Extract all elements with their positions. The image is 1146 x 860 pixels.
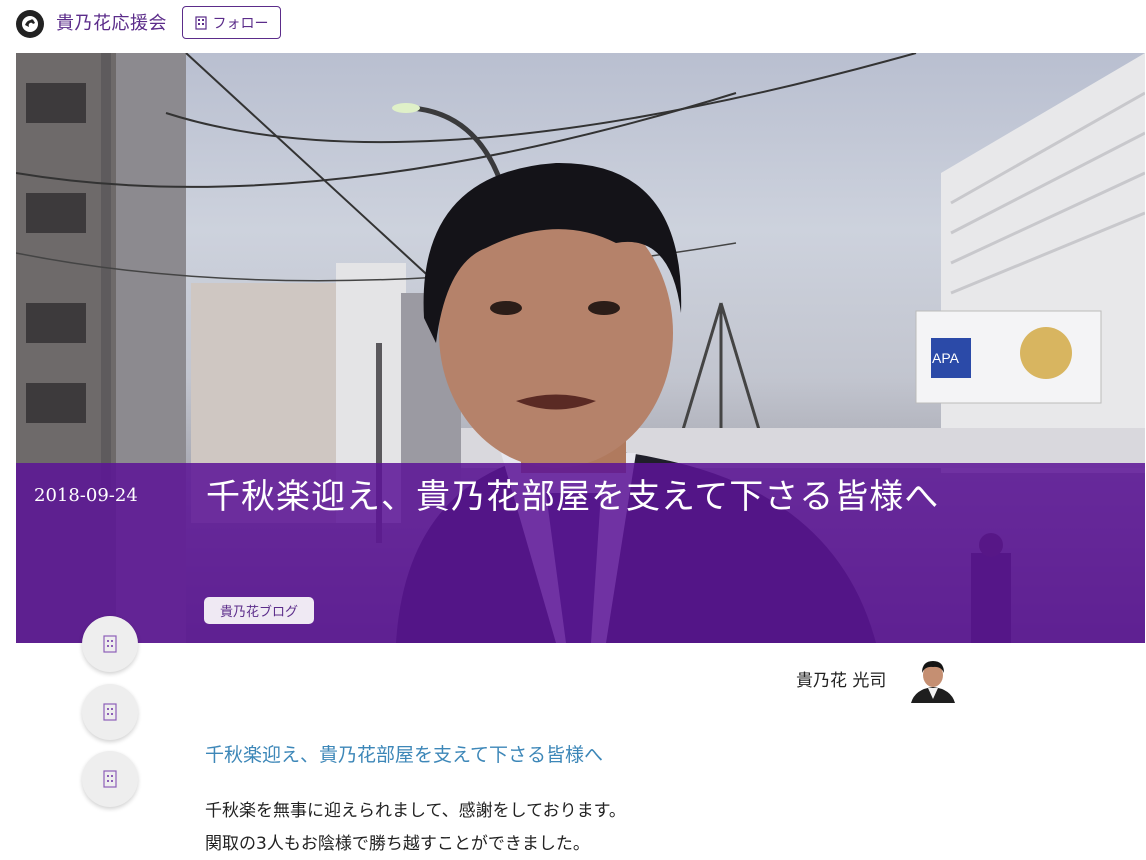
author-avatar[interactable] (909, 655, 957, 703)
hero-banner: APA 2018-09-24 千秋楽迎え、貴乃花部屋を支えて下さる皆様へ 貴乃花… (16, 53, 1145, 643)
article-subtitle: 千秋楽迎え、貴乃花部屋を支えて下さる皆様へ (205, 744, 604, 766)
article-paragraph: 千秋楽を無事に迎えられまして、感謝をしております。 (205, 801, 626, 821)
share-button-2[interactable] (82, 684, 138, 740)
share-button-1[interactable] (82, 616, 138, 672)
site-name-link[interactable]: 貴乃花応援会 (56, 9, 167, 35)
article-paragraph: 関取の3人もお陰様で勝ち越すことができました。 (205, 834, 590, 854)
top-bar: 貴乃花応援会 フォロー (0, 0, 1146, 46)
site-logo-icon[interactable] (16, 10, 44, 38)
share-icon (103, 770, 117, 788)
share-button-3[interactable] (82, 751, 138, 807)
share-icon (103, 635, 117, 653)
follow-button[interactable]: フォロー (182, 6, 281, 39)
post-title: 千秋楽迎え、貴乃花部屋を支えて下さる皆様へ (206, 477, 940, 517)
author-name[interactable]: 貴乃花 光司 (796, 666, 886, 691)
building-icon (194, 15, 207, 30)
follow-button-label: フォロー (212, 15, 269, 32)
share-icon (103, 703, 117, 721)
post-date: 2018-09-24 (34, 485, 138, 506)
category-tag[interactable]: 貴乃花ブログ (204, 597, 315, 624)
photo-sign-text: APA (932, 350, 960, 366)
